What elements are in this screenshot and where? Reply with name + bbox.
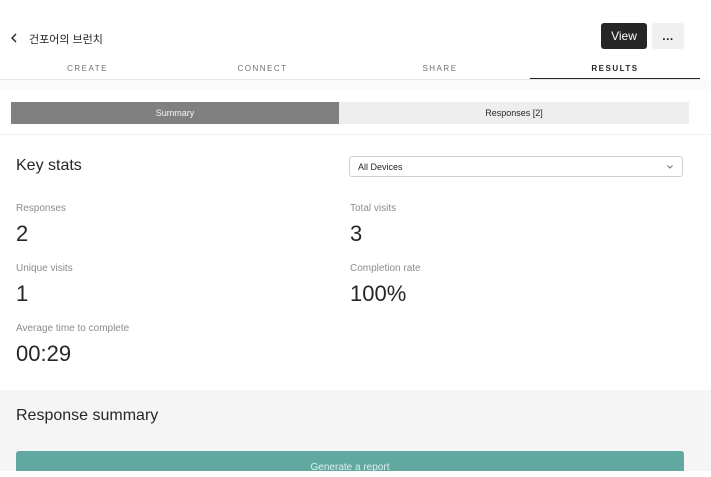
divider [0,134,711,135]
avg-time-value: 00:29 [16,341,72,366]
chevron-down-icon [667,165,673,169]
tab-connect[interactable]: CONNECT [175,58,350,79]
summary-toggle[interactable]: Summary [11,102,339,124]
tab-results[interactable]: RESULTS [530,58,700,79]
total-visits-label: Total visits [350,203,397,214]
key-stats-heading: Key stats [16,157,82,174]
avg-time-label: Average time to complete [16,323,130,334]
unique-visits-label: Unique visits [16,263,73,274]
responses-toggle[interactable]: Responses [2] [339,102,689,124]
back-button[interactable] [6,30,22,46]
responses-value: 2 [16,221,29,246]
form-title: 건포어의 브런치 [29,34,103,46]
device-filter-value: All Devices [358,161,403,172]
bottom-edge [0,471,711,477]
tab-share[interactable]: SHARE [350,58,530,79]
responses-label: Responses [16,203,67,214]
device-filter-select[interactable]: All Devices [349,156,683,177]
completion-rate-label: Completion rate [350,263,421,274]
total-visits-value: 3 [350,221,363,246]
response-summary-heading: Response summary [16,407,159,424]
generate-report-button[interactable]: Generate a report [16,451,684,471]
unique-visits-value: 1 [16,281,29,306]
generate-report-label: Generate a report [310,462,390,471]
main-tabs: CREATE CONNECT SHARE RESULTS [0,58,700,80]
chevron-left-icon [11,33,17,43]
tab-spacer [0,80,711,89]
tab-create[interactable]: CREATE [0,58,175,79]
view-button[interactable]: View [601,23,647,49]
more-options-button[interactable]: ... [652,23,684,49]
completion-rate-value: 100% [350,281,407,306]
